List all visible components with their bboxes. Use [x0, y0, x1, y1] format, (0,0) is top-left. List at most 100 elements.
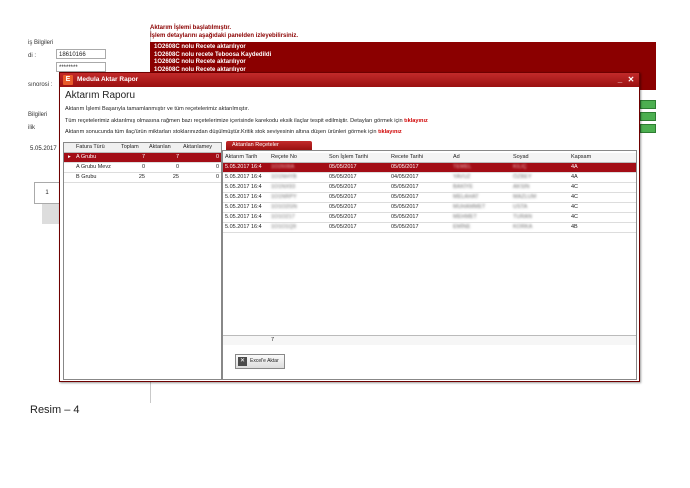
cell: 25 [138, 174, 145, 180]
cell: MELAHAT [453, 194, 479, 200]
column-header[interactable]: Kapsam [569, 153, 636, 162]
cell: 4C [571, 204, 579, 210]
report-heading: Aktarım Raporu [65, 90, 136, 101]
cell: 04/05/2017 [391, 174, 419, 180]
cell: 1O1O217 [271, 214, 295, 220]
table-row[interactable]: B Grubu 25 25 0 [64, 173, 221, 183]
figure-caption: Resim – 4 [30, 404, 80, 416]
dialog-title: Medula Aktar Rapor [77, 76, 139, 83]
column-header[interactable]: Aktarım Tarih [223, 153, 269, 162]
log-line: 1O2608C nolu Recete aktarılıyor [154, 44, 246, 50]
cell: 4C [571, 194, 579, 200]
cell: 25 [172, 174, 179, 180]
column-header[interactable]: Ad [451, 153, 511, 162]
prescription-grid: Aktarım Tarih Reçete No Son İşlem Tarihi… [222, 150, 637, 380]
app-logo-icon: E [63, 75, 73, 85]
green-button[interactable] [640, 100, 656, 109]
cell: 05/05/2017 [391, 164, 419, 170]
tc-input[interactable]: 18610166 [56, 49, 106, 59]
cell: 5.05.2017 16:4 [225, 214, 262, 220]
cell: 05/05/2017 [391, 224, 419, 230]
column-header[interactable]: Aktarılamey [181, 143, 221, 152]
table-row[interactable]: 5.05.2017 16:4 1O2608A 05/05/2017 05/05/201… [223, 163, 636, 173]
cell: 7 [141, 154, 145, 160]
cell: TURAN [513, 214, 532, 220]
password-input[interactable]: ******** [56, 62, 106, 72]
critical-stock-link[interactable]: tıklayınız [378, 129, 402, 135]
notification: Aktarım İşlemi başlatılmıştır. İşlem det… [150, 24, 660, 40]
cell: MEHMET [453, 214, 477, 220]
cell: A Grubu [76, 154, 97, 160]
cell: 1O1O1Q9 [271, 224, 297, 230]
cell: 5.05.2017 16:4 [225, 184, 262, 190]
cell: 4A [571, 164, 578, 170]
log-line: 1O2608C nolu Recete aktarılıyor [154, 59, 246, 65]
table-row[interactable]: 5.05.2017 16:4 1O1O1Q9 05/05/2017 05/05/201… [223, 223, 636, 233]
table-row[interactable]: 5.05.2017 16:4 1O1O2GN 05/05/2017 05/05/201… [223, 203, 636, 213]
transfer-report-dialog: E Medula Aktar Rapor _ ✕ Aktarım Raporu … [59, 72, 640, 382]
cell: ÖZBEY [513, 174, 532, 180]
siparis-label: sınorosi : [28, 82, 53, 88]
table-row[interactable]: 5.05.2017 16:4 1O1NHYB 05/05/2017 04/05/201… [223, 173, 636, 183]
row-selector-icon: ▸ [68, 154, 71, 160]
table-row[interactable]: ▸ A Grubu 7 7 0 [64, 153, 221, 163]
column-header[interactable]: Toplam [119, 143, 147, 152]
info-missing-barcode-text: Tüm reçetelerimiz aktarılmış olmasına ra… [65, 118, 403, 124]
close-icon[interactable]: ✕ [626, 75, 636, 85]
cell: 05/05/2017 [329, 194, 357, 200]
cell: AKSIN [513, 184, 530, 190]
cell: 0 [175, 164, 179, 170]
table-row[interactable]: 5.05.2017 16:4 1O1O217 05/05/2017 05/05/201… [223, 213, 636, 223]
minimize-icon[interactable]: _ [615, 75, 625, 85]
export-excel-label: Excel'e Aktar [250, 358, 279, 364]
dialog-titlebar[interactable]: E Medula Aktar Rapor _ ✕ [60, 73, 639, 87]
grid-footer: 7 [223, 335, 636, 345]
cell: KILIÇ [513, 164, 527, 170]
page-tab[interactable]: 1 [34, 182, 60, 204]
table-row[interactable]: 5.05.2017 16:4 1O1NRPY 05/05/2017 05/05/201… [223, 193, 636, 203]
cell: 05/05/2017 [391, 214, 419, 220]
column-header[interactable]: Reçete No [269, 153, 327, 162]
cell: 0 [215, 174, 219, 180]
cell: 1O1NRPY [271, 194, 297, 200]
tc-label: di : [28, 53, 37, 59]
section-title: iş Bilgileri [28, 40, 54, 46]
green-button[interactable] [640, 112, 656, 121]
ilik-label: ilik [28, 125, 35, 131]
green-button[interactable] [640, 124, 656, 133]
cell: BAKİYE [453, 184, 473, 190]
table-row[interactable]: A Grubu Mevz 0 0 0 [64, 163, 221, 173]
cell: B Grubu [76, 174, 97, 180]
export-excel-button[interactable]: ✕ Excel'e Aktar [235, 354, 285, 369]
cell: 05/05/2017 [329, 164, 357, 170]
cell: 05/05/2017 [329, 184, 357, 190]
missing-barcode-link[interactable]: tıklayınız [404, 118, 428, 124]
column-header[interactable]: Recete Tarihi [389, 153, 451, 162]
cell: 0 [141, 164, 145, 170]
excel-icon: ✕ [238, 357, 247, 366]
row-count: 7 [271, 337, 275, 343]
cell: YAVUZ [453, 174, 471, 180]
table-row[interactable]: 5.05.2017 16:4 1O1NX93 05/05/2017 05/05/201… [223, 183, 636, 193]
cell: 1O1NHYB [271, 174, 297, 180]
column-header[interactable]: Aktarılan [147, 143, 181, 152]
invoice-type-table: Fatura Türü Toplam Aktarılan Aktarılamey… [63, 142, 222, 380]
cell: 7 [175, 154, 179, 160]
cell: 5.05.2017 16:4 [225, 174, 262, 180]
cell: 1O1NX93 [271, 184, 296, 190]
column-header[interactable]: Soyad [511, 153, 569, 162]
tab-transferred-prescriptions[interactable]: Aktarılan Reçeteler [226, 141, 312, 150]
column-header[interactable]: Fatura Türü [74, 143, 119, 152]
cell: 4A [571, 174, 578, 180]
cell: 05/05/2017 [329, 204, 357, 210]
cell: 4B [571, 224, 578, 230]
info-success: Aktarım İşlemi Başarıyla tamamlanmıştır … [65, 106, 250, 112]
cell: 5.05.2017 16:4 [225, 204, 262, 210]
cell: USTA [513, 204, 528, 210]
cell: 1O1O2GN [271, 204, 297, 210]
cell: 5.05.2017 16:4 [225, 194, 262, 200]
cell: KORKA [513, 224, 533, 230]
cell: EMİNE [453, 224, 471, 230]
column-header[interactable]: Son İşlem Tarihi [327, 153, 389, 162]
cell: 0 [215, 154, 219, 160]
